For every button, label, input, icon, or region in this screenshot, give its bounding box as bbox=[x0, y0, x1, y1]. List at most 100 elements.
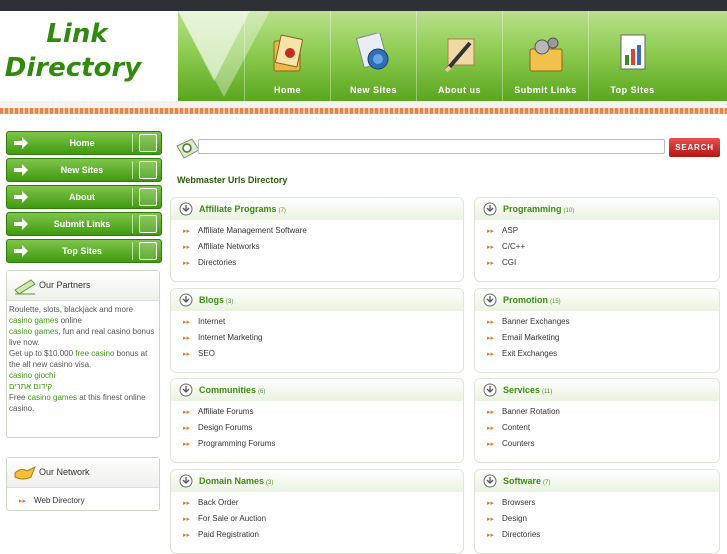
bullet-arrow-icon: ▸▸ bbox=[183, 319, 191, 326]
category-item[interactable]: ▸▸ ASP bbox=[487, 225, 719, 241]
partner-link[interactable]: casino games bbox=[9, 316, 58, 325]
category-link[interactable]: Programming (10) bbox=[503, 204, 574, 214]
category-name: Programming bbox=[503, 204, 562, 214]
nav-about-us-label: About us bbox=[438, 85, 481, 95]
partner-link[interactable]: casino giochi bbox=[9, 371, 55, 380]
partner-link[interactable]: casino games bbox=[28, 393, 77, 402]
about-pencil-icon bbox=[443, 38, 474, 73]
category-name: Communities bbox=[199, 385, 257, 395]
category-header: Communities (6) bbox=[171, 379, 463, 401]
category-item[interactable]: ▸▸ Email Marketing bbox=[487, 332, 719, 348]
category-link[interactable]: Software (7) bbox=[503, 476, 550, 486]
category-link[interactable]: Communities (6) bbox=[199, 385, 265, 395]
category-item[interactable]: ▸▸ Banner Exchanges bbox=[487, 316, 719, 332]
bullet-arrow-icon: ▸▸ bbox=[487, 441, 495, 448]
category-item-label: Design Forums bbox=[198, 423, 253, 432]
bullet-arrow-icon: ▸▸ bbox=[19, 498, 27, 505]
logo[interactable]: Link Directory bbox=[0, 11, 178, 101]
category-link[interactable]: Services (11) bbox=[503, 385, 552, 395]
partner-link[interactable]: free casino bbox=[75, 349, 114, 358]
download-arrow-icon bbox=[483, 202, 497, 216]
category-name: Domain Names bbox=[199, 476, 265, 486]
nav-home[interactable]: Home bbox=[244, 11, 330, 101]
left-menu-about[interactable]: About bbox=[6, 185, 162, 209]
bullet-arrow-icon: ▸▸ bbox=[487, 319, 495, 326]
menu-divider bbox=[132, 188, 133, 206]
category-item[interactable]: ▸▸ Exit Exchanges bbox=[487, 348, 719, 364]
nav-top-sites[interactable]: Top Sites bbox=[588, 11, 676, 101]
bullet-arrow-icon: ▸▸ bbox=[183, 335, 191, 342]
nav-submit-links[interactable]: Submit Links bbox=[502, 11, 588, 101]
search-button[interactable]: SEARCH bbox=[669, 138, 720, 157]
category-item[interactable]: ▸▸ Affiliate Forums bbox=[183, 406, 463, 422]
partner-link[interactable]: קידום אתרים bbox=[9, 382, 52, 391]
download-arrow-icon bbox=[483, 383, 497, 397]
category-item[interactable]: ▸▸ Affiliate Management Software bbox=[183, 225, 463, 241]
menu-divider bbox=[132, 134, 133, 152]
category-item[interactable]: ▸▸ Internet bbox=[183, 316, 463, 332]
category-item[interactable]: ▸▸ For Sale or Auction bbox=[183, 513, 463, 529]
category-item[interactable]: ▸▸ Affiliate Networks bbox=[183, 241, 463, 257]
category-link[interactable]: Affiliate Programs (7) bbox=[199, 204, 286, 214]
nav-new-sites[interactable]: New Sites bbox=[330, 11, 416, 101]
network-hand-icon bbox=[14, 465, 36, 480]
category-item[interactable]: ▸▸ C/C++ bbox=[487, 241, 719, 257]
bullet-arrow-icon: ▸▸ bbox=[487, 532, 495, 539]
bullet-arrow-icon: ▸▸ bbox=[183, 500, 191, 507]
left-menu-submit-links[interactable]: Submit Links bbox=[6, 212, 162, 236]
category-item[interactable]: ▸▸ Banner Rotation bbox=[487, 406, 719, 422]
category-link[interactable]: Promotion (15) bbox=[503, 295, 561, 305]
category-item[interactable]: ▸▸ Internet Marketing bbox=[183, 332, 463, 348]
partners-body: Roulette, slots, blackjack and more casi… bbox=[7, 301, 159, 417]
category-item[interactable]: ▸▸ Counters bbox=[487, 438, 719, 454]
bullet-arrow-icon: ▸▸ bbox=[183, 441, 191, 448]
category-count: (10) bbox=[563, 208, 575, 214]
bullet-arrow-icon: ▸▸ bbox=[487, 500, 495, 507]
category-link[interactable]: Domain Names (3) bbox=[199, 476, 273, 486]
category-item-label: Banner Rotation bbox=[502, 407, 560, 416]
category-item[interactable]: ▸▸ Back Order bbox=[183, 497, 463, 513]
arrow-right-icon bbox=[14, 191, 28, 203]
category-item-label: C/C++ bbox=[502, 242, 526, 251]
category-item[interactable]: ▸▸ CGI bbox=[487, 257, 719, 273]
partner-line: Get up to $10.000 free casino bonus at t… bbox=[9, 348, 157, 370]
category-item[interactable]: ▸▸ Directories bbox=[487, 529, 719, 545]
category-header: Software (7) bbox=[475, 470, 719, 492]
chart-line-icon bbox=[139, 215, 157, 233]
category-item[interactable]: ▸▸ Paid Registration bbox=[183, 529, 463, 545]
bullet-arrow-icon: ▸▸ bbox=[487, 244, 495, 251]
partner-text: Free bbox=[9, 393, 28, 402]
category-item-label: Affiliate Networks bbox=[198, 242, 260, 251]
nav-new-sites-label: New Sites bbox=[349, 85, 398, 95]
category-item[interactable]: ▸▸ Directories bbox=[183, 257, 463, 273]
category-item[interactable]: ▸▸ Design bbox=[487, 513, 719, 529]
new-sites-globe-icon bbox=[355, 33, 388, 70]
nav-about-us[interactable]: About us bbox=[416, 11, 502, 101]
category-item[interactable]: ▸▸ SEO bbox=[183, 348, 463, 364]
bullet-arrow-icon: ▸▸ bbox=[487, 260, 495, 267]
category-items: ▸▸ Browsers ▸▸ Design ▸▸ Directories bbox=[475, 492, 719, 545]
category-item[interactable]: ▸▸ Design Forums bbox=[183, 422, 463, 438]
bullet-arrow-icon: ▸▸ bbox=[487, 425, 495, 432]
category-card: Blogs (3) ▸▸ Internet ▸▸ Internet Marketing… bbox=[170, 288, 464, 373]
bullet-arrow-icon: ▸▸ bbox=[487, 409, 495, 416]
category-count: (11) bbox=[542, 389, 553, 395]
left-menu-home[interactable]: Home bbox=[6, 131, 162, 155]
category-item-label: ASP bbox=[502, 226, 519, 235]
left-menu-home-label: Home bbox=[69, 138, 95, 148]
category-link[interactable]: Blogs (3) bbox=[199, 295, 233, 305]
network-panel: Our Network ▸▸ Web Directory bbox=[6, 457, 160, 511]
top-navigation: Home New Sites About us Submit Links Top… bbox=[178, 11, 727, 101]
partner-line: casino games, fun and real casino bonus … bbox=[9, 326, 157, 348]
left-menu-submit-links-label: Submit Links bbox=[53, 219, 111, 229]
left-menu-new-sites[interactable]: New Sites bbox=[6, 158, 162, 182]
category-item-label: Design bbox=[502, 514, 527, 523]
partner-link[interactable]: casino games bbox=[9, 327, 58, 336]
category-item[interactable]: ▸▸ Content bbox=[487, 422, 719, 438]
left-menu-top-sites[interactable]: Top Sites bbox=[6, 239, 162, 263]
category-item[interactable]: ▸▸ Programming Forums bbox=[183, 438, 463, 454]
network-item[interactable]: ▸▸ Web Directory bbox=[19, 496, 159, 505]
category-item[interactable]: ▸▸ Browsers bbox=[487, 497, 719, 513]
category-card: Programming (10) ▸▸ ASP ▸▸ C/C++ ▸▸ CGI bbox=[474, 197, 720, 282]
search-input[interactable] bbox=[198, 139, 665, 154]
